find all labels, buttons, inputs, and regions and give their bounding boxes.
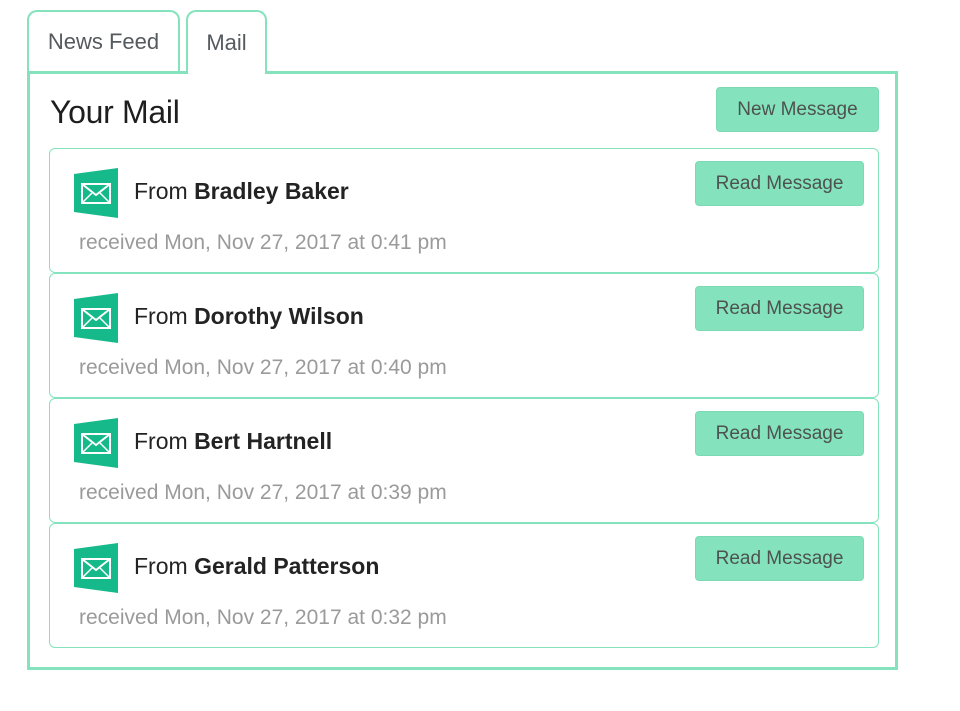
envelope-icon — [74, 168, 118, 218]
message-sender-line: From Bert Hartnell — [134, 428, 332, 455]
envelope-icon — [74, 543, 118, 593]
message-sender-line: From Gerald Patterson — [134, 553, 379, 580]
read-message-button[interactable]: Read Message — [695, 411, 864, 456]
message-sender-line: From Dorothy Wilson — [134, 303, 364, 330]
new-message-button[interactable]: New Message — [716, 87, 879, 132]
sender-name: Bradley Baker — [194, 178, 349, 204]
message-item: From Dorothy Wilson received Mon, Nov 27… — [49, 273, 879, 398]
envelope-icon — [74, 418, 118, 468]
sender-name: Gerald Patterson — [194, 553, 380, 579]
read-message-button[interactable]: Read Message — [695, 161, 864, 206]
received-timestamp: received Mon, Nov 27, 2017 at 0:39 pm — [79, 481, 447, 504]
page-title: Your Mail — [50, 94, 180, 130]
mail-panel: Your Mail New Message From Bradley Baker… — [27, 71, 898, 670]
message-item: From Bert Hartnell received Mon, Nov 27,… — [49, 398, 879, 523]
from-label: From — [134, 303, 188, 329]
message-item: From Bradley Baker received Mon, Nov 27,… — [49, 148, 879, 273]
read-message-button[interactable]: Read Message — [695, 286, 864, 331]
sender-name: Dorothy Wilson — [194, 303, 364, 329]
from-label: From — [134, 428, 188, 454]
received-timestamp: received Mon, Nov 27, 2017 at 0:32 pm — [79, 606, 447, 629]
message-item: From Gerald Patterson received Mon, Nov … — [49, 523, 879, 648]
from-label: From — [134, 178, 188, 204]
tab-news-feed[interactable]: News Feed — [27, 10, 180, 72]
message-sender-line: From Bradley Baker — [134, 178, 349, 205]
sender-name: Bert Hartnell — [194, 428, 333, 454]
tab-mail-label: Mail — [206, 30, 247, 55]
envelope-icon — [74, 293, 118, 343]
tab-mail[interactable]: Mail — [186, 10, 267, 74]
tab-news-feed-label: News Feed — [47, 29, 160, 54]
received-timestamp: received Mon, Nov 27, 2017 at 0:40 pm — [79, 356, 447, 379]
received-timestamp: received Mon, Nov 27, 2017 at 0:41 pm — [79, 231, 447, 254]
from-label: From — [134, 553, 188, 579]
read-message-button[interactable]: Read Message — [695, 536, 864, 581]
